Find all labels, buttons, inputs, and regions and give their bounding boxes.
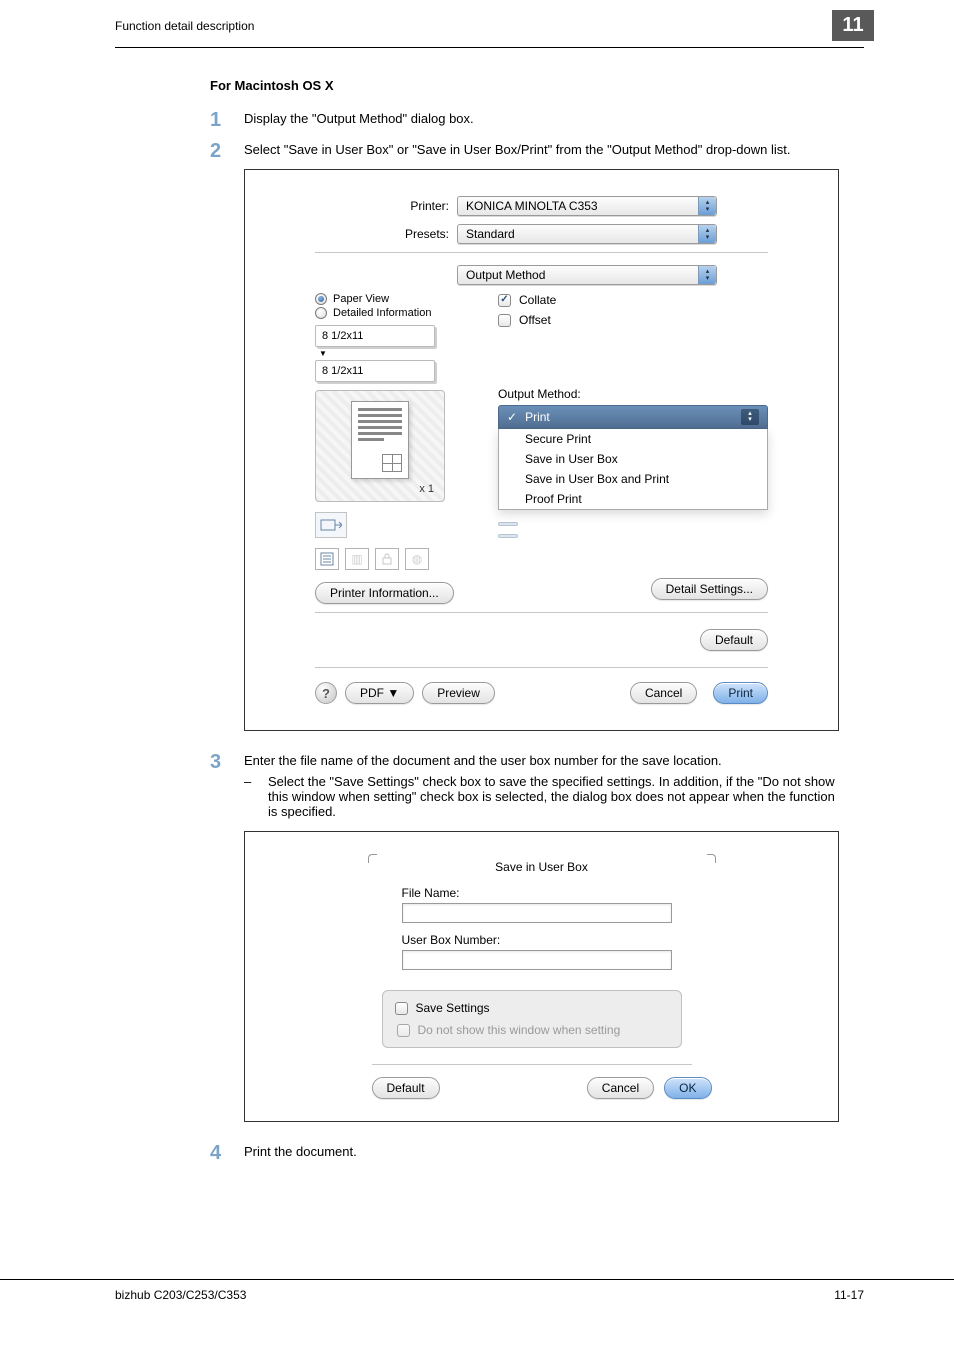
globe-icon: ◍ — [405, 548, 429, 570]
panel-combo[interactable]: Output Method ▴▾ — [457, 265, 717, 285]
save-settings-label: Save Settings — [416, 1001, 490, 1015]
dash-icon: – — [244, 774, 256, 819]
printer-label: Printer: — [375, 199, 457, 213]
offset-label: Offset — [519, 313, 551, 327]
doc-list-icon — [315, 548, 339, 570]
printer-combo[interactable]: KONICA MINOLTA C353 ▴▾ — [457, 196, 717, 216]
save-settings-group: Save Settings Do not show this window wh… — [382, 990, 682, 1048]
output-method-dropdown[interactable]: ✓ Print ▴▾ Secure Print Save in User Box… — [498, 405, 768, 510]
updown-icon: ▴▾ — [698, 197, 716, 215]
header-left: Function detail description — [115, 19, 254, 33]
panel-value: Output Method — [466, 268, 545, 282]
divider — [315, 612, 768, 613]
file-name-input[interactable] — [402, 903, 672, 923]
thin-bar-1 — [498, 522, 518, 526]
dd-option-proof-print[interactable]: Proof Print — [499, 489, 767, 509]
figure-save-userbox-dialog: Save in User Box File Name: User Box Num… — [244, 831, 839, 1122]
step-3-text: Enter the file name of the document and … — [244, 753, 722, 768]
tray-output-icon — [315, 512, 347, 538]
check-icon: ✓ — [507, 410, 517, 424]
dd-selected: Print — [525, 410, 550, 424]
paperview-label: Paper View — [333, 293, 389, 305]
presets-combo[interactable]: Standard ▴▾ — [457, 224, 717, 244]
step-3-sub-text: Select the "Save Settings" check box to … — [268, 774, 839, 819]
step-3: Enter the file name of the document and … — [210, 753, 839, 1122]
footer-left: bizhub C203/C253/C353 — [115, 1288, 246, 1302]
file-name-label: File Name: — [402, 886, 712, 900]
thin-bar-2 — [498, 534, 518, 538]
divider — [372, 1064, 692, 1065]
page-preview-card: x 1 — [315, 390, 445, 502]
step-2-text: Select "Save in User Box" or "Save in Us… — [244, 142, 790, 157]
chapter-number-box: 11 — [832, 10, 874, 41]
preview-button[interactable]: Preview — [422, 682, 495, 704]
dd-option-secure-print[interactable]: Secure Print — [499, 429, 767, 449]
print-button[interactable]: Print — [713, 682, 768, 704]
help-icon[interactable]: ? — [315, 682, 337, 704]
collate-checkbox[interactable] — [498, 294, 511, 307]
presets-value: Standard — [466, 227, 515, 241]
save-dialog-title: Save in User Box — [372, 860, 712, 874]
subsection-heading: For Macintosh OS X — [210, 78, 839, 93]
step-4: Print the document. — [210, 1144, 839, 1159]
step-1: Display the "Output Method" dialog box. — [210, 111, 839, 126]
cancel-button[interactable]: Cancel — [630, 682, 697, 704]
donotshow-label: Do not show this window when setting — [418, 1023, 621, 1037]
size1-text: 8 1/2x11 — [322, 330, 363, 342]
divider — [315, 252, 768, 253]
userbox-number-input[interactable] — [402, 950, 672, 970]
default-button[interactable]: Default — [700, 629, 768, 651]
dd-option-save-user-box[interactable]: Save in User Box — [499, 449, 767, 469]
stack-icon: ▥ — [345, 548, 369, 570]
detail-settings-button[interactable]: Detail Settings... — [651, 578, 768, 600]
offset-checkbox[interactable] — [498, 314, 511, 327]
output-method-label: Output Method: — [498, 387, 768, 401]
size-box-1: 8 1/2x11 — [315, 325, 435, 347]
pdf-button[interactable]: PDF ▼ — [345, 682, 414, 704]
dd-list: Secure Print Save in User Box Save in Us… — [498, 429, 768, 510]
paperview-radio[interactable] — [315, 293, 327, 305]
save-ok-button[interactable]: OK — [664, 1077, 711, 1099]
updown-icon: ▴▾ — [698, 266, 716, 284]
figure-print-dialog: Printer: KONICA MINOLTA C353 ▴▾ Presets:… — [244, 169, 839, 731]
donotshow-checkbox[interactable] — [397, 1024, 410, 1037]
updown-icon: ▴▾ — [698, 225, 716, 243]
detailedinfo-label: Detailed Information — [333, 307, 431, 319]
step-1-text: Display the "Output Method" dialog box. — [244, 111, 474, 126]
dd-option-save-user-box-print[interactable]: Save in User Box and Print — [499, 469, 767, 489]
tri-down-icon: ▼ — [319, 349, 480, 358]
size2-text: 8 1/2x11 — [322, 365, 363, 377]
printer-information-button[interactable]: Printer Information... — [315, 582, 454, 604]
footer-right: 11-17 — [834, 1288, 864, 1302]
step-2: Select "Save in User Box" or "Save in Us… — [210, 142, 839, 731]
document-preview-icon — [351, 401, 409, 479]
detailedinfo-radio[interactable] — [315, 307, 327, 319]
updown-icon: ▴▾ — [741, 409, 759, 425]
size-box-2: 8 1/2x11 — [315, 360, 435, 382]
printer-value: KONICA MINOLTA C353 — [466, 199, 598, 213]
x1-label: x 1 — [419, 483, 434, 495]
userbox-number-label: User Box Number: — [402, 933, 712, 947]
save-settings-checkbox[interactable] — [395, 1002, 408, 1015]
save-default-button[interactable]: Default — [372, 1077, 440, 1099]
collate-label: Collate — [519, 293, 556, 307]
step-4-text: Print the document. — [244, 1144, 357, 1159]
presets-label: Presets: — [375, 227, 457, 241]
save-cancel-button[interactable]: Cancel — [587, 1077, 654, 1099]
lock-icon — [375, 548, 399, 570]
